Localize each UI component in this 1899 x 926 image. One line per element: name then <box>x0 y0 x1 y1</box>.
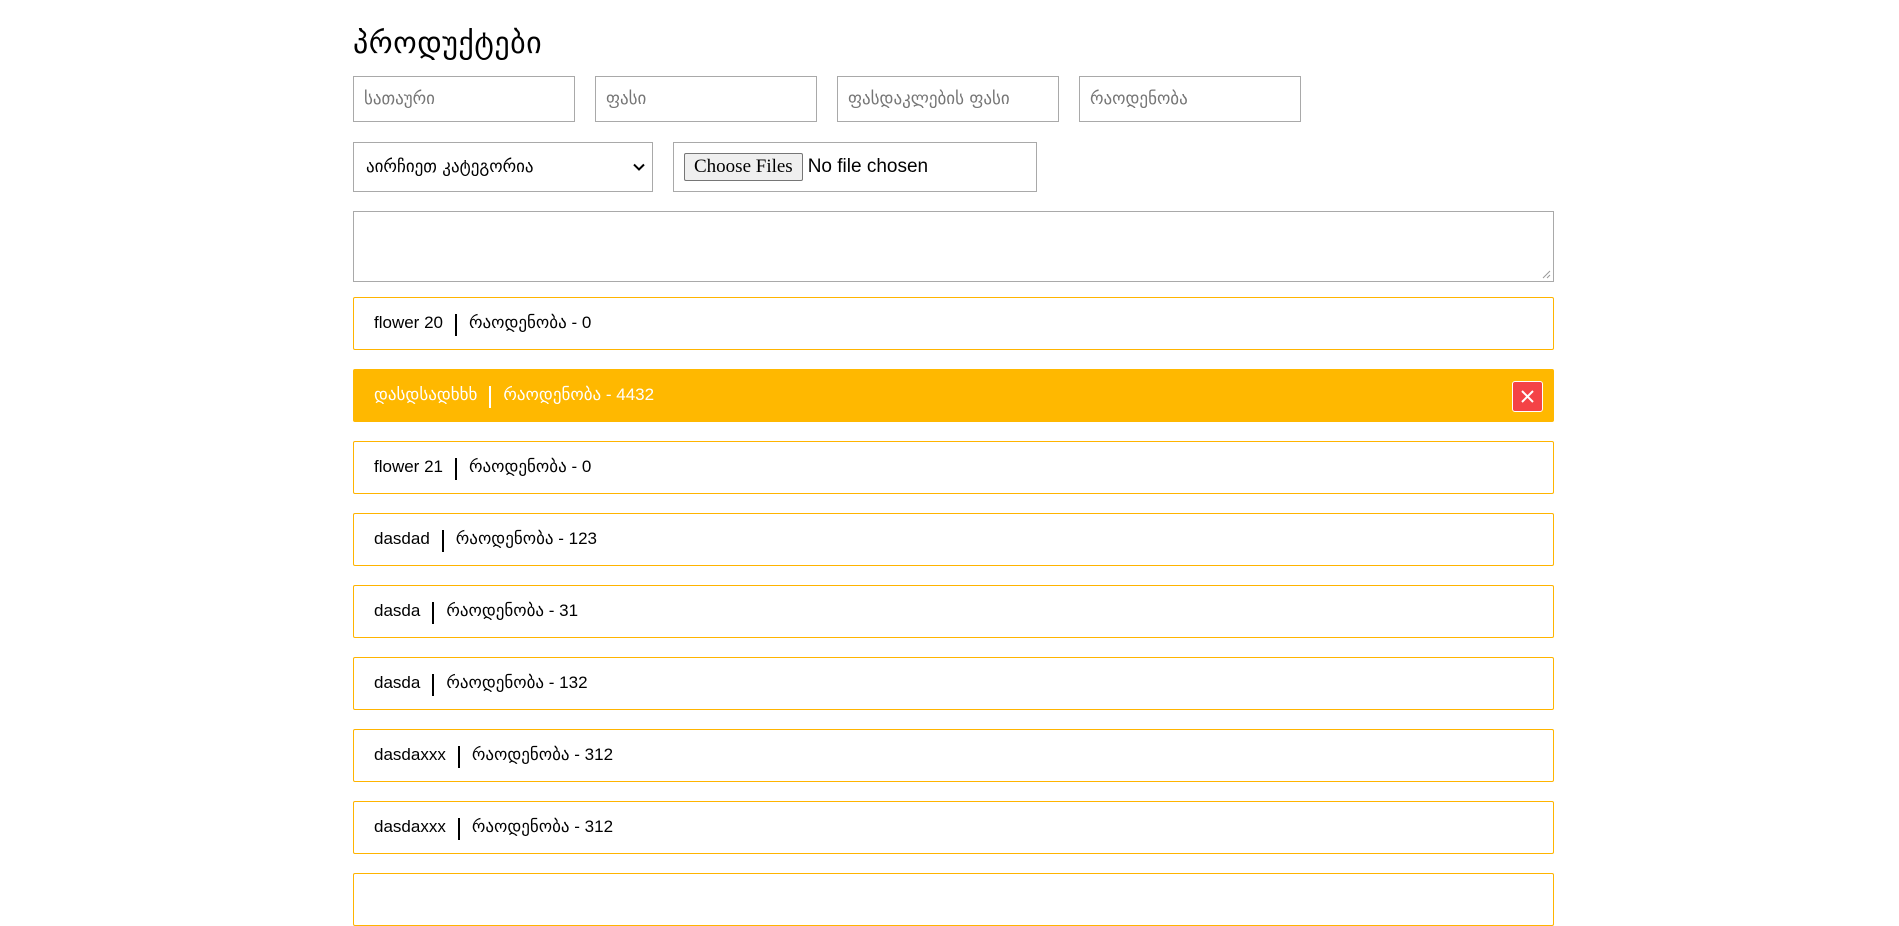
product-quantity: რაოდენობა - 0 <box>468 457 592 476</box>
product-name: flower 20 <box>374 313 443 332</box>
product-quantity: რაოდენობა - 4432 <box>503 385 655 404</box>
delete-button[interactable] <box>1512 381 1543 412</box>
product-name: dasda <box>374 673 421 692</box>
separator <box>454 314 457 336</box>
close-icon <box>1521 390 1534 403</box>
product-item[interactable]: dasdaxxx რაოდენობა - 312 <box>353 729 1554 782</box>
product-name: dasdad <box>374 529 430 548</box>
separator <box>457 746 460 768</box>
discount-price-input[interactable] <box>837 76 1059 122</box>
product-item-partial[interactable] <box>353 873 1554 926</box>
product-name: dasdaxxx <box>374 745 446 764</box>
product-quantity: რაოდენობა - 312 <box>471 817 614 836</box>
product-quantity: რაოდენობა - 31 <box>446 601 579 620</box>
product-name: dasdaxxx <box>374 817 446 836</box>
product-name: flower 21 <box>374 457 443 476</box>
category-select[interactable]: აირჩიეთ კატეგორია <box>353 142 653 192</box>
separator <box>457 818 460 840</box>
product-quantity: რაოდენობა - 0 <box>468 313 592 332</box>
separator <box>432 674 435 696</box>
product-item-selected[interactable]: დასდსადხხხ რაოდენობა - 4432 <box>353 369 1554 422</box>
category-select-value: აირჩიეთ კატეგორია <box>366 157 534 177</box>
separator <box>489 386 492 408</box>
description-textarea[interactable] <box>353 211 1554 282</box>
resize-handle-icon[interactable] <box>1541 269 1551 279</box>
separator <box>454 458 457 480</box>
product-item[interactable]: dasda რაოდენობა - 31 <box>353 585 1554 638</box>
product-name: dasda <box>374 601 421 620</box>
separator <box>441 530 444 552</box>
product-item[interactable]: flower 21 რაოდენობა - 0 <box>353 441 1554 494</box>
file-status: No file chosen <box>807 156 929 177</box>
product-item[interactable]: flower 20 რაოდენობა - 0 <box>353 297 1554 350</box>
choose-files-button[interactable]: Choose Files <box>684 153 803 181</box>
page-title: პროდუქტები <box>353 26 543 61</box>
file-upload-field: Choose Files No file chosen <box>673 142 1037 192</box>
product-name: დასდსადხხხ <box>374 385 478 404</box>
separator <box>432 602 435 624</box>
quantity-input[interactable] <box>1079 76 1301 122</box>
chevron-down-icon <box>633 163 645 171</box>
title-input[interactable] <box>353 76 575 122</box>
product-item[interactable]: dasdaxxx რაოდენობა - 312 <box>353 801 1554 854</box>
price-input[interactable] <box>595 76 817 122</box>
product-quantity: რაოდენობა - 123 <box>455 529 597 548</box>
product-item[interactable]: dasdad რაოდენობა - 123 <box>353 513 1554 566</box>
product-quantity: რაოდენობა - 132 <box>446 673 588 692</box>
product-quantity: რაოდენობა - 312 <box>471 745 614 764</box>
product-item[interactable]: dasda რაოდენობა - 132 <box>353 657 1554 710</box>
